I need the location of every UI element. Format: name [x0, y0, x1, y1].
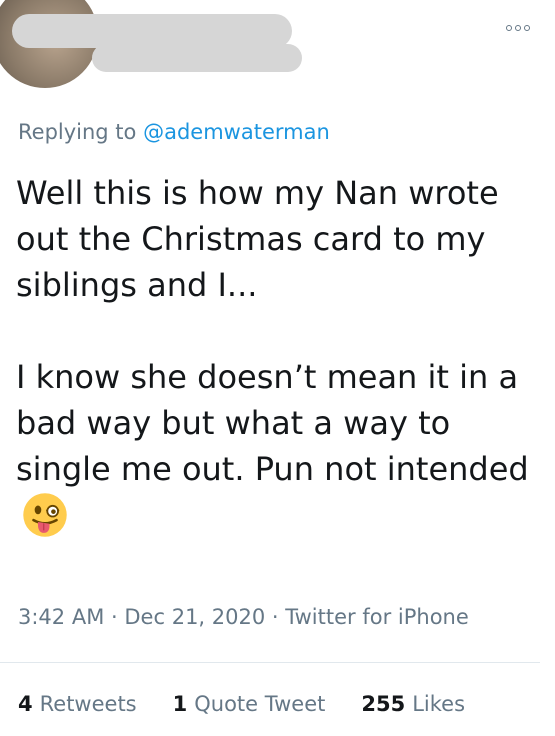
retweets-count: 4 [18, 692, 33, 716]
reply-handle-link[interactable]: @ademwaterman [143, 120, 330, 144]
dot [524, 25, 530, 31]
likes-label: Likes [412, 692, 466, 716]
tweet-meta: 3:42 AM · Dec 21, 2020 · Twitter for iPh… [18, 605, 469, 629]
meta-separator: · [111, 605, 118, 629]
meta-separator: · [271, 605, 279, 629]
redacted-username [92, 44, 302, 72]
tweet-text: Well this is how my Nan wrote out the Ch… [16, 170, 541, 540]
engagement-stats: 4 Retweets 1 Quote Tweet 255 Likes [18, 692, 465, 716]
likes-stat[interactable]: 255 Likes [361, 692, 465, 716]
retweets-stat[interactable]: 4 Retweets [18, 692, 137, 716]
quote-tweets-stat[interactable]: 1 Quote Tweet [173, 692, 326, 716]
tweet-paragraph-1: Well this is how my Nan wrote out the Ch… [16, 174, 499, 304]
tweet-paragraph-2-text: I know she doesn’t mean it in a bad way … [16, 358, 529, 488]
tweet-date-link[interactable]: Dec 21, 2020 [124, 605, 265, 629]
replying-to-prefix: Replying to [18, 120, 137, 144]
redacted-display-name [12, 14, 292, 48]
divider [0, 662, 540, 663]
tweet-source-link[interactable]: Twitter for iPhone [285, 605, 469, 629]
likes-count: 255 [361, 692, 406, 716]
tweet-time-link[interactable]: 3:42 AM [18, 605, 104, 629]
dot [515, 25, 521, 31]
quote-tweets-count: 1 [172, 692, 188, 716]
replying-to-line: Replying to @ademwaterman [18, 120, 330, 144]
winking-face-with-tongue-icon [23, 493, 67, 537]
tweet-paragraph-2: I know she doesn’t mean it in a bad way … [16, 354, 541, 540]
more-options-icon[interactable] [505, 22, 531, 34]
retweets-label: Retweets [39, 692, 137, 716]
quote-tweets-label: Quote Tweet [194, 692, 326, 716]
dot [506, 25, 512, 31]
